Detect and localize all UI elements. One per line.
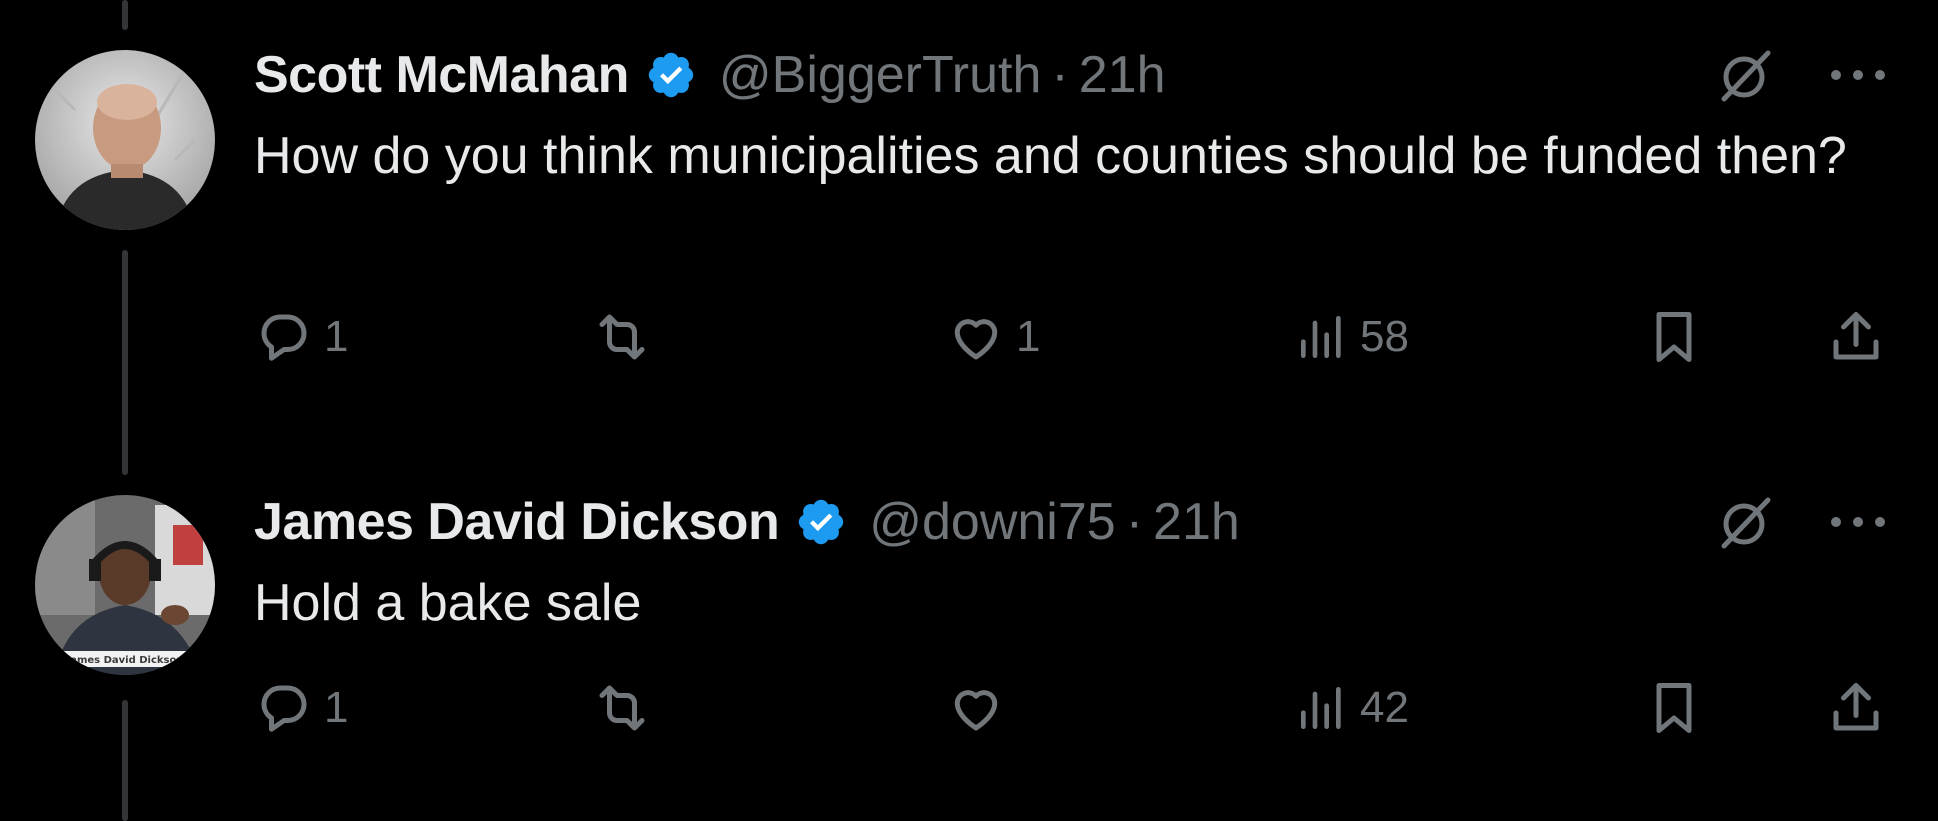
reply-button[interactable]: 1 xyxy=(254,307,348,367)
post-text: How do you think municipalities and coun… xyxy=(254,127,1847,185)
avatar-scott-mcmahan[interactable] xyxy=(35,50,215,230)
post-header: Scott McMahan @BiggerTruth · 21h xyxy=(254,35,1166,115)
retweet-button[interactable] xyxy=(592,678,662,738)
thread-line-top xyxy=(122,0,128,30)
avatar-caption: James David Dickson xyxy=(66,655,184,666)
bookmark-icon xyxy=(1656,683,1692,733)
share-icon xyxy=(1833,683,1879,731)
bookmark-button[interactable] xyxy=(1644,307,1704,367)
bookmark-icon xyxy=(1656,312,1692,362)
verified-badge-icon[interactable] xyxy=(645,49,697,101)
views-icon xyxy=(1301,687,1341,729)
view-count: 42 xyxy=(1360,683,1409,732)
verified-badge-icon[interactable] xyxy=(795,496,847,548)
thread-line-middle xyxy=(122,250,128,475)
thread-line-bottom xyxy=(122,700,128,821)
views-icon xyxy=(1301,316,1341,358)
views-button[interactable]: 42 xyxy=(1294,678,1409,738)
post-text: Hold a bake sale xyxy=(254,574,642,632)
grok-icon[interactable] xyxy=(1716,492,1776,552)
display-name[interactable]: James David Dickson xyxy=(254,492,780,552)
retweet-button[interactable] xyxy=(592,307,662,367)
timestamp[interactable]: 21h xyxy=(1079,45,1166,105)
more-icon[interactable] xyxy=(1828,65,1888,85)
like-button[interactable]: 1 xyxy=(946,307,1040,367)
like-button[interactable] xyxy=(946,678,1016,738)
view-count: 58 xyxy=(1360,312,1409,361)
reply-count: 1 xyxy=(324,312,349,361)
display-name[interactable]: Scott McMahan xyxy=(254,45,629,105)
timestamp[interactable]: 21h xyxy=(1153,492,1240,552)
retweet-icon xyxy=(599,685,645,731)
share-button[interactable] xyxy=(1826,678,1886,738)
bookmark-button[interactable] xyxy=(1644,678,1704,738)
post-header: James David Dickson @downi75 · 21h xyxy=(254,482,1240,562)
reply-count: 1 xyxy=(324,683,349,732)
reply-button[interactable]: 1 xyxy=(254,678,348,738)
avatar-james-david-dickson[interactable]: James David Dickson xyxy=(35,495,215,675)
share-button[interactable] xyxy=(1826,307,1886,367)
separator-dot: · xyxy=(1051,46,1069,104)
reply-icon xyxy=(261,314,307,361)
views-button[interactable]: 58 xyxy=(1294,307,1409,367)
handle[interactable]: @BiggerTruth xyxy=(719,45,1042,105)
share-icon xyxy=(1833,312,1879,360)
separator-dot: · xyxy=(1125,493,1144,551)
like-icon xyxy=(954,690,998,731)
like-count: 1 xyxy=(1016,312,1041,361)
retweet-icon xyxy=(599,314,645,360)
handle[interactable]: @downi75 xyxy=(869,492,1116,552)
grok-icon[interactable] xyxy=(1716,45,1776,105)
reply-icon xyxy=(261,685,307,732)
like-icon xyxy=(954,319,998,360)
more-icon[interactable] xyxy=(1828,512,1888,532)
